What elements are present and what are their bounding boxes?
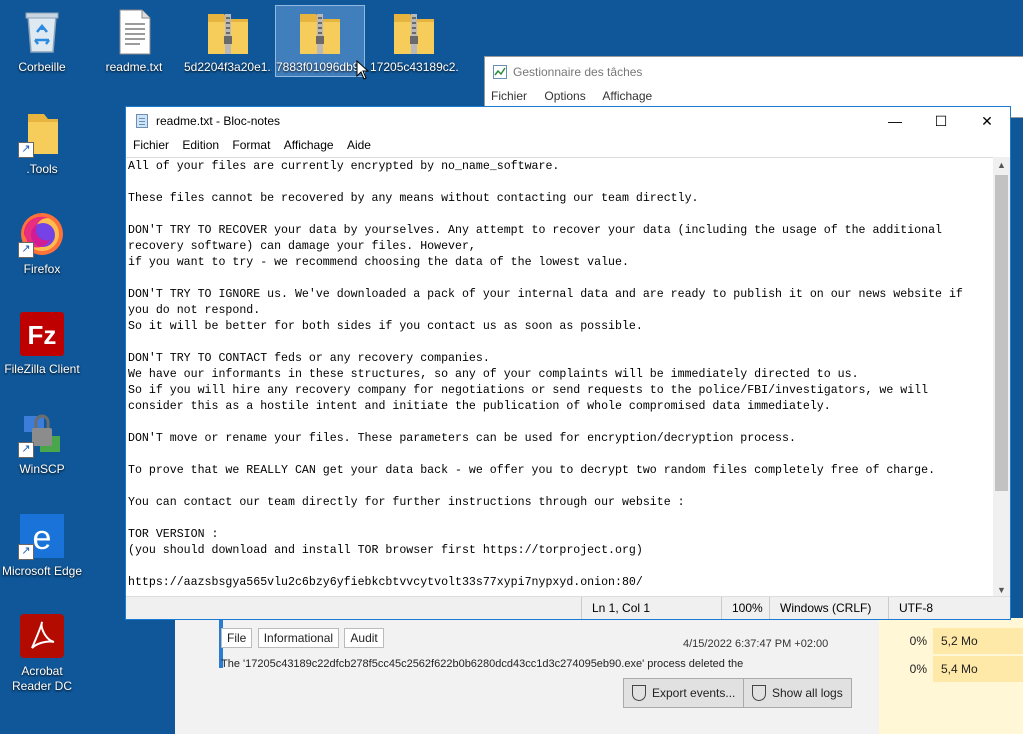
desktop-icon-label: .Tools (26, 162, 58, 176)
desktop-icon-zip-1[interactable]: 5d2204f3a20e1... (184, 8, 272, 75)
badge-informational: Informational (257, 628, 340, 648)
desktop-icon-filezilla[interactable]: Fz FileZilla Client (0, 310, 86, 377)
shortcut-arrow-icon: ↗ (18, 242, 34, 258)
filezilla-icon: Fz (18, 310, 66, 358)
scroll-up-icon[interactable]: ▲ (993, 157, 1010, 174)
events-panel: File Informational Audit 4/15/2022 6:37:… (175, 618, 879, 734)
menu-fichier[interactable]: Fichier (128, 135, 174, 155)
menu-options[interactable]: Options (544, 89, 585, 103)
desktop-icon-tools[interactable]: ↗ .Tools (0, 110, 86, 177)
notepad-titlebar[interactable]: readme.txt - Bloc-notes — ☐ ✕ (126, 107, 1010, 135)
desktop-icon-recycle-bin[interactable]: Corbeille (0, 8, 86, 75)
recycle-bin-icon (18, 8, 66, 56)
show-all-logs-button[interactable]: Show all logs (743, 678, 852, 708)
process-row[interactable]: 0% 5,4 Mo (879, 656, 1023, 682)
process-usage-panel: 0% 5,2 Mo 0% 5,4 Mo (879, 618, 1023, 734)
scrollbar-thumb[interactable] (995, 175, 1008, 491)
task-manager-icon (493, 65, 507, 79)
shield-icon (632, 685, 646, 701)
edge-icon: e ↗ (18, 512, 66, 560)
menu-format[interactable]: Format (227, 135, 275, 155)
close-button[interactable]: ✕ (964, 107, 1010, 135)
desktop-icon-label: 5d2204f3a20e1... (184, 60, 272, 74)
export-events-button[interactable]: Export events... (623, 678, 745, 708)
zip-folder-icon (296, 8, 344, 56)
zip-folder-icon (390, 8, 438, 56)
desktop-icon-readme[interactable]: readme.txt (90, 8, 178, 75)
text-editor[interactable]: All of your files are currently encrypte… (126, 157, 994, 600)
desktop-icon-label: FileZilla Client (4, 362, 80, 376)
event-timestamp: 4/15/2022 6:37:47 PM +02:00 (683, 638, 829, 650)
desktop-icon-zip-3[interactable]: 17205c43189c2... (370, 8, 458, 75)
notepad-title: readme.txt - Bloc-notes (156, 114, 281, 128)
text-file-icon (110, 8, 158, 56)
menu-fichier[interactable]: Fichier (491, 89, 527, 103)
acrobat-icon (18, 612, 66, 660)
cpu-percent: 0% (909, 662, 927, 676)
desktop-icon-label: Microsoft Edge (1, 564, 83, 578)
desktop-icon-label: readme.txt (105, 60, 163, 74)
menu-edition[interactable]: Edition (177, 135, 224, 155)
shield-icon (752, 685, 766, 701)
desktop-icon-label: 17205c43189c2... (370, 60, 458, 74)
memory-value: 5,4 Mo (933, 656, 1023, 682)
show-all-logs-label: Show all logs (772, 686, 843, 700)
svg-text:Fz: Fz (28, 320, 57, 350)
notepad-statusbar: Ln 1, Col 1 100% Windows (CRLF) UTF-8 (126, 596, 1010, 619)
desktop-icon-winscp[interactable]: ↗ WinSCP (0, 410, 86, 477)
line-ending: Windows (CRLF) (769, 597, 890, 619)
menu-affichage[interactable]: Affichage (602, 89, 652, 103)
shortcut-arrow-icon: ↗ (18, 142, 34, 158)
desktop-icon-label: Corbeille (18, 60, 66, 74)
menu-aide[interactable]: Aide (342, 135, 376, 155)
cursor-position: Ln 1, Col 1 (581, 597, 722, 619)
minimize-button[interactable]: — (872, 107, 918, 135)
export-events-label: Export events... (652, 686, 736, 700)
notepad-window[interactable]: readme.txt - Bloc-notes — ☐ ✕ Fichier Ed… (125, 106, 1011, 620)
menu-affichage[interactable]: Affichage (279, 135, 339, 155)
desktop-icon-label: Acrobat Reader DC (11, 664, 73, 693)
desktop-icon-label: WinSCP (19, 462, 65, 476)
desktop-icon-label: 7883f01096db9... (276, 60, 364, 74)
process-row[interactable]: 0% 5,2 Mo (879, 628, 1023, 654)
task-manager-title: Gestionnaire des tâches (513, 65, 643, 79)
maximize-button[interactable]: ☐ (918, 107, 964, 135)
badge-file: File (221, 628, 253, 648)
task-manager-menubar: Fichier Options Affichage (491, 89, 666, 103)
event-message: The '17205c43189c22dfcb278f5cc45c2562f62… (221, 658, 744, 670)
encoding: UTF-8 (888, 597, 999, 619)
desktop-icon-zip-2[interactable]: 7883f01096db9... (275, 5, 365, 77)
document-text[interactable]: All of your files are currently encrypte… (126, 158, 994, 591)
firefox-icon: ↗ (18, 210, 66, 258)
notepad-menubar: Fichier Edition Format Affichage Aide (126, 135, 1010, 157)
badge-audit: Audit (344, 628, 384, 648)
desktop-icon-firefox[interactable]: ↗ Firefox (0, 210, 86, 277)
desktop-icon-acrobat[interactable]: Acrobat Reader DC (0, 612, 86, 694)
zoom-level: 100% (721, 597, 772, 619)
cpu-percent: 0% (909, 634, 927, 648)
winscp-icon: ↗ (18, 410, 66, 458)
folder-icon: ↗ (18, 110, 66, 158)
shortcut-arrow-icon: ↗ (18, 544, 34, 560)
vertical-scrollbar[interactable]: ▲ ▼ (993, 157, 1010, 599)
event-badges: File Informational Audit (221, 628, 386, 648)
memory-value: 5,2 Mo (933, 628, 1023, 654)
desktop-icon-label: Firefox (23, 262, 61, 276)
desktop-icon-edge[interactable]: e ↗ Microsoft Edge (0, 512, 86, 579)
zip-folder-icon (204, 8, 252, 56)
notepad-icon (136, 114, 148, 128)
shortcut-arrow-icon: ↗ (18, 442, 34, 458)
mouse-cursor-icon (356, 60, 370, 80)
svg-text:e: e (33, 519, 52, 557)
